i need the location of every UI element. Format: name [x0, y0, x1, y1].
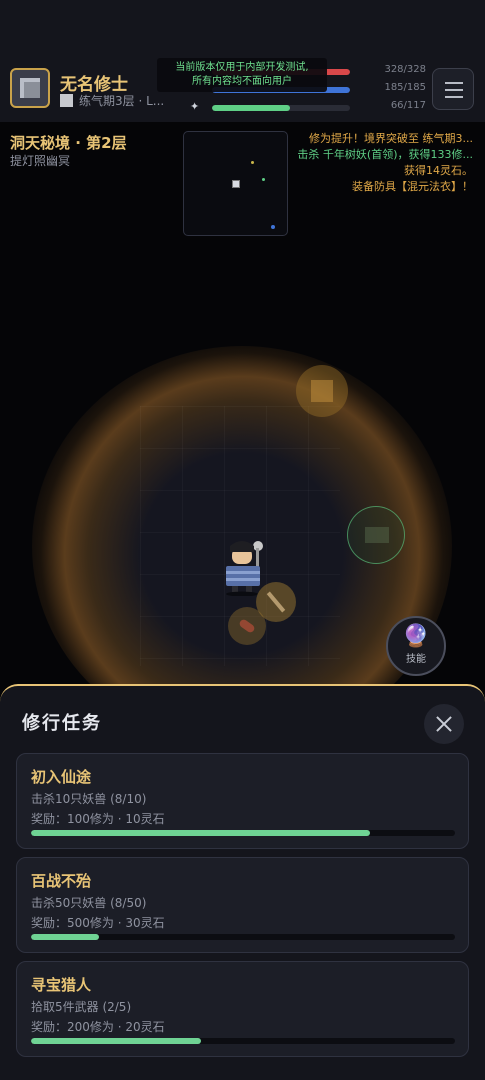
cultivation-fill	[212, 105, 290, 111]
minimap-player-marker	[232, 180, 240, 188]
avatar[interactable]	[10, 68, 50, 108]
menu-icon-line	[445, 96, 463, 98]
dev-notice: 当前版本仅用于内部开发测试, 所有内容均不面向用户	[157, 58, 327, 92]
menu-button[interactable]	[432, 68, 474, 110]
quest-card[interactable]: 寻宝猎人 拾取5件武器 (2/5) 奖励：200修为 · 20灵石	[16, 961, 469, 1057]
cultivation-bar: ✦ 66/117	[190, 100, 426, 114]
player-character-icon	[226, 541, 263, 596]
close-button[interactable]	[424, 704, 464, 744]
quest-card[interactable]: 初入仙途 击杀10只妖兽 (8/10) 奖励：100修为 · 10灵石	[16, 753, 469, 849]
dungeon-title: 洞天秘境 · 第2层	[10, 134, 127, 152]
skill-button-label: 技能	[406, 654, 426, 665]
log-line: 修为提升！境界突破至 练气期3...	[309, 132, 473, 145]
dungeon-subtitle: 提灯照幽冥	[10, 154, 71, 168]
log-line: 击杀 千年树妖(首领)，获得133修...	[297, 148, 473, 161]
quest-progress-track	[31, 1038, 455, 1044]
player-realm: 练气期3层 · L...	[60, 92, 164, 109]
quest-reward: 奖励：500修为 · 30灵石	[31, 916, 165, 930]
combat-log: 修为提升！境界突破至 练气期3... 击杀 千年树妖(首领)，获得133修...…	[287, 131, 473, 195]
quest-name: 寻宝猎人	[31, 976, 92, 994]
menu-icon	[445, 82, 463, 84]
treasure-chest-icon[interactable]	[296, 365, 348, 417]
quest-description: 击杀10只妖兽 (8/10)	[31, 792, 147, 806]
cultivation-track	[212, 105, 350, 111]
quest-card[interactable]: 百战不殆 击杀50只妖兽 (8/50) 奖励：500修为 · 30灵石	[16, 857, 469, 953]
log-line: 装备防具【混元法衣】！	[352, 180, 473, 193]
quest-progress-fill	[31, 830, 371, 836]
enemy-tree-demon-icon[interactable]	[347, 506, 405, 564]
quest-panel: 修行任务 初入仙途 击杀10只妖兽 (8/10) 奖励：100修为 · 10灵石…	[0, 684, 485, 1080]
minimap-enemy-marker	[262, 178, 265, 181]
quest-panel-title: 修行任务	[22, 713, 102, 734]
quest-progress-track	[31, 830, 455, 836]
quest-progress-track	[31, 934, 455, 940]
quest-progress-fill	[31, 934, 99, 940]
potion-drop-icon[interactable]	[228, 607, 266, 645]
cultivation-value: 66/117	[390, 100, 426, 111]
player-realm-text: 练气期3层 · L...	[79, 94, 165, 108]
quest-description: 拾取5件武器 (2/5)	[31, 1000, 132, 1014]
minimap[interactable]	[183, 131, 288, 236]
quest-progress-fill	[31, 1038, 201, 1044]
skill-button[interactable]: 🔮 技能	[386, 616, 446, 676]
cultivation-icon: ✦	[190, 100, 200, 113]
realm-icon	[60, 94, 73, 107]
dev-notice-line2: 所有内容均不面向用户	[192, 76, 292, 87]
quest-reward: 奖励：200修为 · 20灵石	[31, 1020, 165, 1034]
dev-notice-line1: 当前版本仅用于内部开发测试,	[175, 62, 309, 73]
mp-value: 185/185	[384, 82, 426, 93]
quest-description: 击杀50只妖兽 (8/50)	[31, 896, 147, 910]
avatar-portrait-icon	[20, 78, 40, 98]
quest-name: 百战不殆	[31, 872, 92, 890]
quest-name: 初入仙途	[31, 768, 92, 786]
quest-reward: 奖励：100修为 · 10灵石	[31, 812, 165, 826]
menu-icon-line	[445, 89, 463, 91]
crystal-ball-icon: 🔮	[402, 624, 430, 649]
log-line: 获得14灵石。	[404, 164, 473, 177]
minimap-portal-marker	[271, 225, 275, 229]
hp-value: 328/328	[384, 64, 426, 75]
minimap-item-marker	[251, 161, 254, 164]
